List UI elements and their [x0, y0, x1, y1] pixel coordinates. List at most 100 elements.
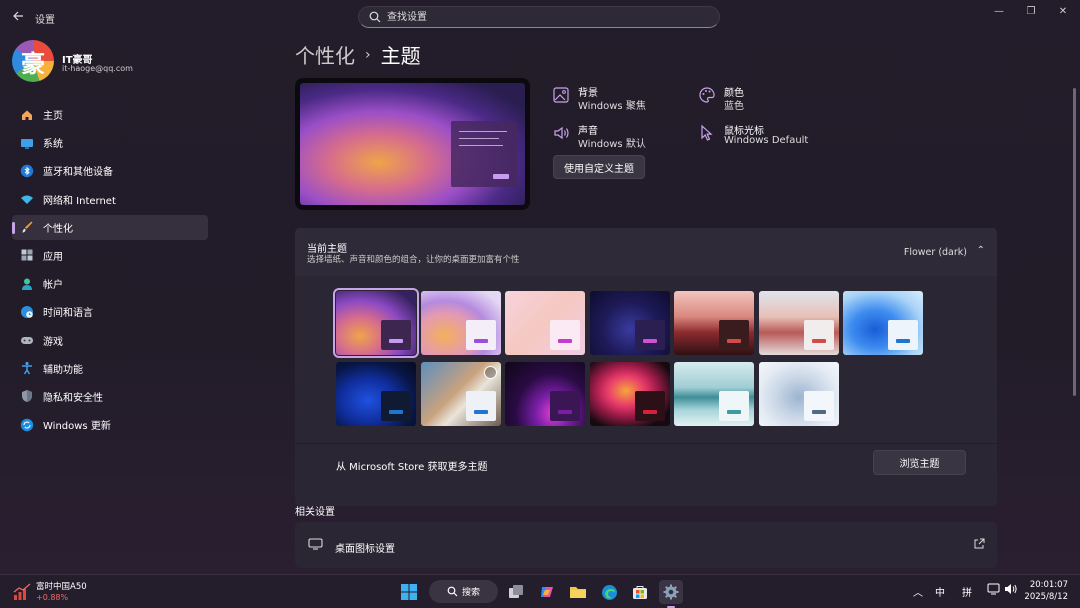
theme-tile-flower-red[interactable] [589, 362, 670, 426]
theme-tile-sunrise[interactable] [674, 291, 754, 355]
stock-change: +0.88% [36, 593, 69, 602]
theme-tile-captured-motion[interactable] [589, 291, 670, 355]
preview-window [451, 121, 517, 187]
stock-name[interactable]: 富时中国A50 [36, 580, 87, 592]
store-text: 从 Microsoft Store 获取更多主题 [336, 462, 488, 473]
avatar-text: 豪 [21, 48, 45, 78]
sidebar-item-apps[interactable]: 应用 [12, 243, 208, 268]
desktop-icon-settings-row[interactable]: 桌面图标设置 [295, 522, 997, 568]
theme-accent-swatch [473, 410, 488, 414]
avatar[interactable]: 豪 [12, 40, 54, 82]
theme-tile-glow[interactable] [505, 291, 585, 355]
brush-icon [20, 220, 34, 234]
breadcrumb: 个性化 › 主题 [295, 40, 421, 69]
breadcrumb-parent[interactable]: 个性化 [295, 40, 355, 69]
network-icon[interactable] [987, 583, 1000, 598]
cursor-icon [701, 124, 713, 141]
copilot-icon [541, 587, 553, 597]
sidebar-item-label: 网络和 Internet [43, 195, 116, 207]
theme-tile-lake[interactable] [674, 362, 754, 426]
current-theme-header[interactable]: 当前主题 选择墙纸、声音和颜色的组合，让你的桌面更加富有个性 Flower (d… [295, 228, 997, 276]
apps-icon [20, 248, 34, 262]
start-button[interactable] [397, 580, 421, 604]
theme-tile-windows-dark[interactable] [336, 362, 416, 426]
edge-button[interactable] [597, 580, 621, 604]
theme-tile-windows-light[interactable] [843, 291, 923, 355]
sidebar-item-label: 时间和语言 [43, 308, 93, 320]
sidebar-item-home[interactable]: 主页 [12, 102, 208, 127]
theme-accent-swatch [389, 410, 403, 414]
theme-window-sample [888, 320, 918, 350]
sidebar-item-label: 主页 [43, 111, 63, 122]
search-input[interactable] [387, 9, 707, 25]
file-explorer-button[interactable] [566, 580, 590, 604]
clock[interactable]: 20:01:07 2025/8/12 [1024, 579, 1068, 603]
sidebar-item-windows-update[interactable]: Windows 更新 [12, 412, 208, 437]
shield-icon [20, 389, 34, 403]
minimize-button[interactable]: — [985, 4, 1013, 18]
preview-wallpaper [300, 83, 525, 205]
cursor-setting[interactable]: 鼠标光标 Windows Default [698, 122, 838, 152]
background-value: Windows 聚焦 [578, 101, 646, 112]
sidebar-item-time-language[interactable]: 时间和语言 [12, 299, 208, 324]
sidebar-item-network[interactable]: 网络和 Internet [12, 187, 208, 212]
spotlight-badge-icon [483, 366, 497, 379]
back-button[interactable] [8, 6, 28, 26]
sidebar-item-personalization[interactable]: 个性化 [12, 214, 208, 240]
theme-tile-flower-light[interactable] [420, 291, 501, 355]
ime-mode[interactable]: 中 [935, 584, 945, 599]
breadcrumb-separator: › [365, 46, 371, 63]
sidebar-item-label: 游戏 [43, 336, 63, 348]
search-box[interactable] [358, 6, 720, 28]
sidebar-item-bluetooth[interactable]: 蓝牙和其他设备 [12, 158, 208, 183]
copilot-button[interactable] [535, 580, 559, 604]
page-title: 主题 [380, 44, 421, 68]
theme-window-sample [803, 391, 834, 421]
picture-icon [553, 87, 569, 103]
color-value: 蓝色 [724, 101, 744, 112]
sidebar-item-privacy[interactable]: 隐私和安全性 [12, 384, 208, 409]
use-custom-theme-button[interactable]: 使用自定义主题 [553, 155, 645, 179]
task-view-button[interactable] [504, 580, 528, 604]
scrollbar[interactable] [1073, 88, 1076, 396]
maximize-button[interactable]: ❐ [1017, 4, 1045, 18]
theme-preview [295, 78, 530, 210]
store-button[interactable] [628, 580, 652, 604]
color-setting[interactable]: 颜色 蓝色 [698, 84, 838, 114]
background-setting[interactable]: 背景 Windows 聚焦 [552, 84, 692, 114]
store-icon [633, 586, 647, 599]
wifi-icon [20, 192, 34, 206]
sidebar-item-label: Windows 更新 [43, 421, 111, 433]
sidebar-item-system[interactable]: 系统 [12, 130, 208, 155]
search-icon [447, 586, 458, 597]
sidebar-item-accounts[interactable]: 帐户 [12, 271, 208, 296]
stock-chart-icon[interactable] [13, 583, 31, 601]
windows-logo-icon [401, 584, 417, 600]
theme-window-sample [381, 320, 411, 350]
theme-tile-flower-dark[interactable] [333, 288, 419, 358]
browse-themes-button[interactable]: 浏览主题 [873, 450, 966, 475]
chevron-up-icon[interactable]: ⌃ [977, 245, 985, 256]
theme-tile-silver-bloom[interactable] [758, 362, 839, 426]
settings-taskbar-button[interactable] [659, 580, 683, 604]
sound-setting[interactable]: 声音 Windows 默认 [552, 122, 692, 152]
theme-tile-purple-arc[interactable] [505, 362, 585, 426]
related-settings-header: 相关设置 [295, 507, 335, 518]
close-button[interactable]: ✕ [1049, 4, 1077, 18]
search-icon [369, 11, 381, 23]
taskbar-search[interactable]: 搜索 [429, 580, 498, 603]
theme-window-sample [634, 320, 665, 350]
theme-tile-windows-spotlight[interactable] [420, 362, 501, 426]
tray-overflow-chevron-icon[interactable]: ︿ [913, 584, 923, 599]
theme-window-sample [465, 320, 496, 350]
sidebar-item-label: 系统 [43, 139, 63, 151]
edge-icon [601, 584, 617, 600]
sidebar-item-gaming[interactable]: 游戏 [12, 328, 208, 353]
volume-icon[interactable] [1004, 583, 1017, 598]
globe-clock-icon [20, 305, 34, 319]
taskbar: 富时中国A50 +0.88% 搜索 ︿ 中 拼 20:01:07 2025/8/… [0, 574, 1080, 608]
sidebar-item-accessibility[interactable]: 辅助功能 [12, 356, 208, 381]
ime-pinyin[interactable]: 拼 [962, 584, 972, 599]
sidebar-item-label: 个性化 [43, 223, 73, 235]
theme-tile-sunrise-light[interactable] [758, 291, 839, 355]
